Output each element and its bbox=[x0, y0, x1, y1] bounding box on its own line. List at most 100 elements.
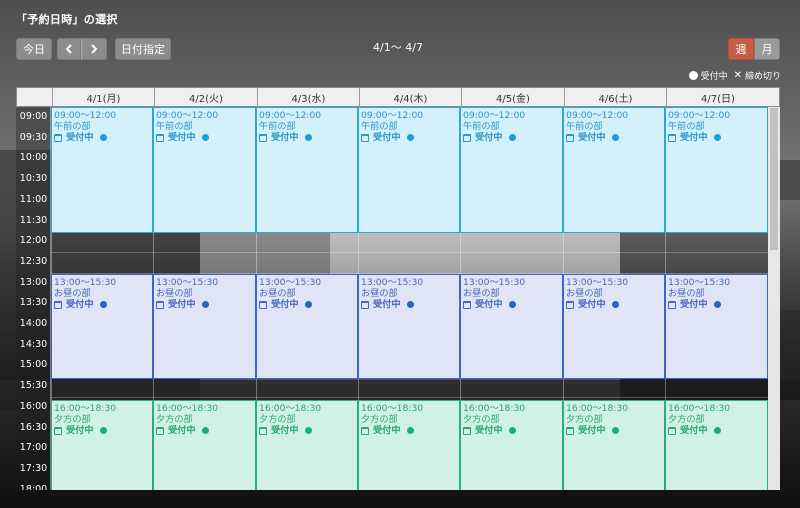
calendar-icon bbox=[463, 300, 471, 309]
event-status-label: 受付中 bbox=[680, 425, 708, 436]
time-axis: 09:00 09:30 10:00 10:30 11:00 11:30 12:00 12:30… bbox=[16, 107, 51, 490]
event-time: 13:00〜15:30 bbox=[566, 277, 629, 288]
event-block-pm[interactable]: 13:00〜15:30 お昼の部 受付中 bbox=[563, 274, 665, 379]
event-time: 09:00〜12:00 bbox=[668, 110, 731, 121]
calendar-icon bbox=[54, 133, 62, 142]
time-label: 15:00 bbox=[19, 359, 48, 371]
event-block-ev[interactable]: 16:00〜18:30 夕方の部 受付中 bbox=[51, 400, 153, 490]
event-status-label: 受付中 bbox=[373, 299, 401, 310]
time-label: 12:30 bbox=[19, 255, 48, 267]
month-view-button[interactable]: 月 bbox=[754, 38, 780, 60]
open-status-dot-icon bbox=[201, 301, 209, 308]
open-status-dot-icon bbox=[713, 301, 721, 308]
event-block-ev[interactable]: 16:00〜18:30 夕方の部 受付中 bbox=[665, 400, 768, 490]
event-status-label: 受付中 bbox=[271, 132, 299, 143]
event-status: 受付中 bbox=[54, 132, 150, 143]
event-block-am[interactable]: 09:00〜12:00 午前の部 受付中 bbox=[665, 107, 768, 233]
event-status-label: 受付中 bbox=[578, 299, 606, 310]
time-label: 16:00 bbox=[19, 400, 48, 412]
event-block-pm[interactable]: 13:00〜15:30 お昼の部 受付中 bbox=[358, 274, 460, 379]
event-status-label: 受付中 bbox=[475, 132, 503, 143]
open-status-dot-icon bbox=[406, 134, 414, 141]
event-status: 受付中 bbox=[54, 425, 150, 436]
event-name: 夕方の部 bbox=[156, 414, 193, 425]
event-status-label: 受付中 bbox=[680, 299, 708, 310]
event-block-ev[interactable]: 16:00〜18:30 夕方の部 受付中 bbox=[358, 400, 460, 490]
calendar-icon bbox=[54, 426, 62, 435]
event-time: 09:00〜12:00 bbox=[463, 110, 526, 121]
event-status: 受付中 bbox=[259, 425, 355, 436]
event-time: 16:00〜18:30 bbox=[259, 403, 322, 414]
event-block-ev[interactable]: 16:00〜18:30 夕方の部 受付中 bbox=[153, 400, 256, 490]
event-block-pm[interactable]: 13:00〜15:30 お昼の部 受付中 bbox=[256, 274, 358, 379]
event-status-label: 受付中 bbox=[66, 425, 94, 436]
event-block-pm[interactable]: 13:00〜15:30 お昼の部 受付中 bbox=[665, 274, 768, 379]
event-status-label: 受付中 bbox=[66, 132, 94, 143]
calendar-icon bbox=[668, 133, 676, 142]
event-status: 受付中 bbox=[463, 132, 560, 143]
event-block-pm[interactable]: 13:00〜15:30 お昼の部 受付中 bbox=[153, 274, 256, 379]
event-name: 午前の部 bbox=[156, 121, 193, 132]
event-status: 受付中 bbox=[361, 299, 457, 310]
event-block-am[interactable]: 09:00〜12:00 午前の部 受付中 bbox=[358, 107, 460, 233]
time-label: 17:00 bbox=[19, 442, 48, 454]
next-week-button[interactable] bbox=[81, 38, 107, 60]
event-time: 16:00〜18:30 bbox=[566, 403, 629, 414]
event-status: 受付中 bbox=[463, 299, 560, 310]
event-status: 受付中 bbox=[156, 299, 253, 310]
event-name: 夕方の部 bbox=[361, 414, 398, 425]
calendar-icon bbox=[361, 426, 369, 435]
open-status-dot-icon bbox=[99, 301, 107, 308]
time-label: 17:30 bbox=[19, 462, 48, 474]
event-status-label: 受付中 bbox=[271, 425, 299, 436]
event-block-pm[interactable]: 13:00〜15:30 お昼の部 受付中 bbox=[460, 274, 563, 379]
event-status: 受付中 bbox=[566, 132, 662, 143]
event-status: 受付中 bbox=[566, 299, 662, 310]
calendar-icon bbox=[566, 426, 574, 435]
event-block-ev[interactable]: 16:00〜18:30 夕方の部 受付中 bbox=[460, 400, 563, 490]
week-view-button[interactable]: 週 bbox=[728, 38, 754, 60]
event-time: 13:00〜15:30 bbox=[361, 277, 424, 288]
grid-line bbox=[51, 396, 768, 398]
time-label: 16:30 bbox=[19, 421, 48, 433]
open-status-dot-icon bbox=[713, 427, 721, 434]
event-status: 受付中 bbox=[361, 132, 457, 143]
legend-open-label: 受付中 bbox=[700, 72, 728, 82]
open-status-dot-icon bbox=[508, 427, 516, 434]
event-status-label: 受付中 bbox=[168, 425, 196, 436]
event-block-ev[interactable]: 16:00〜18:30 夕方の部 受付中 bbox=[256, 400, 358, 490]
event-status: 受付中 bbox=[259, 299, 355, 310]
calendar-icon bbox=[668, 300, 676, 309]
event-block-ev[interactable]: 16:00〜18:30 夕方の部 受付中 bbox=[563, 400, 665, 490]
event-block-am[interactable]: 09:00〜12:00 午前の部 受付中 bbox=[460, 107, 563, 233]
event-block-am[interactable]: 09:00〜12:00 午前の部 受付中 bbox=[563, 107, 665, 233]
event-time: 13:00〜15:30 bbox=[259, 277, 322, 288]
event-status-label: 受付中 bbox=[66, 299, 94, 310]
event-block-am[interactable]: 09:00〜12:00 午前の部 受付中 bbox=[256, 107, 358, 233]
today-button[interactable]: 今日 bbox=[16, 38, 52, 60]
event-block-am[interactable]: 09:00〜12:00 午前の部 受付中 bbox=[153, 107, 256, 233]
event-block-am[interactable]: 09:00〜12:00 午前の部 受付中 bbox=[51, 107, 153, 233]
time-label: 11:00 bbox=[19, 193, 48, 205]
chevron-left-icon bbox=[65, 44, 72, 54]
day-header: 4/6(土) bbox=[564, 88, 666, 107]
calendar-icon bbox=[54, 300, 62, 309]
calendar-icon bbox=[156, 426, 164, 435]
event-time: 09:00〜12:00 bbox=[361, 110, 424, 121]
event-status-label: 受付中 bbox=[475, 299, 503, 310]
time-label: 10:00 bbox=[19, 152, 48, 164]
prev-week-button[interactable] bbox=[57, 38, 81, 60]
scrollbar-thumb[interactable] bbox=[770, 108, 778, 250]
event-time: 16:00〜18:30 bbox=[54, 403, 117, 414]
date-picker-button[interactable]: 日付指定 bbox=[115, 38, 171, 60]
time-label: 10:30 bbox=[19, 173, 48, 185]
event-block-pm[interactable]: 13:00〜15:30 お昼の部 受付中 bbox=[51, 274, 153, 379]
calendar-icon bbox=[361, 133, 369, 142]
event-name: お昼の部 bbox=[156, 288, 193, 299]
day-header: 4/2(火) bbox=[154, 88, 257, 107]
time-label: 09:30 bbox=[19, 131, 48, 143]
legend-closed-label: 締め切り bbox=[744, 72, 781, 82]
event-status-label: 受付中 bbox=[578, 132, 606, 143]
scrollbar[interactable] bbox=[768, 107, 780, 490]
closed-x-icon: ✕ bbox=[733, 70, 742, 81]
